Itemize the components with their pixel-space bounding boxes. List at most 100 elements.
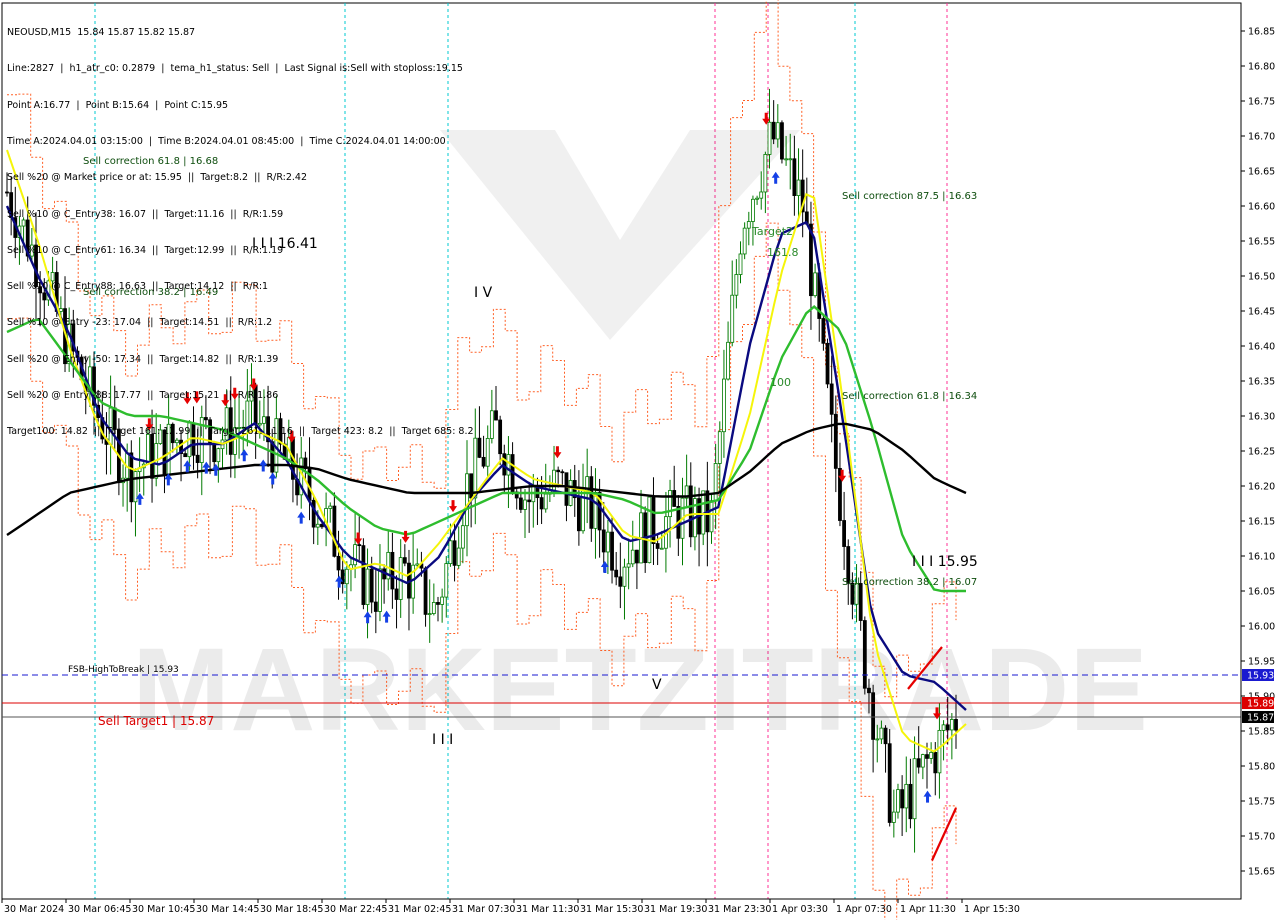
price-tick-label: 16.10: [1248, 552, 1275, 563]
candle-body: [630, 549, 635, 565]
price-tick-label: 16.65: [1248, 167, 1275, 178]
price-tick-label: 16.45: [1248, 307, 1275, 318]
info-line: Sell %10 @ Entry -23: 17.04 || Target:14…: [7, 317, 273, 329]
chart-annotation: V: [652, 677, 662, 693]
price-tick-label: 16.50: [1248, 272, 1275, 283]
candle-body: [867, 687, 871, 694]
candle-body: [742, 227, 747, 255]
time-tick-label: 31 Mar 02:45: [388, 904, 451, 915]
chart-annotation: I I I 15.95: [912, 554, 978, 570]
candle-body: [833, 413, 838, 469]
candle-body: [759, 191, 764, 199]
time-tick-label: 31 Mar 11:30: [516, 904, 579, 915]
time-tick-label: 31 Mar 23:30: [708, 904, 771, 915]
candle-body: [614, 569, 619, 578]
candle-body: [498, 419, 503, 455]
candle-body: [315, 523, 320, 528]
time-tick-label: 30 Mar 06:45: [68, 904, 131, 915]
candle-body: [336, 555, 341, 571]
candle-body: [465, 473, 469, 527]
candle-body: [431, 602, 436, 614]
candle-body: [941, 724, 946, 731]
candle-body: [829, 383, 834, 415]
candle-body: [647, 496, 652, 564]
watermark-text: MARKETZITRADE: [132, 624, 1148, 756]
candle-body: [460, 525, 465, 549]
time-tick-label: 1 Apr 11:30: [900, 904, 956, 915]
candle-body: [361, 545, 366, 605]
info-line: Target100: 14.82 || Target 161: 12.99 ||…: [7, 426, 474, 438]
candle-body: [523, 499, 527, 510]
candle-body: [896, 789, 900, 813]
price-tick-label: 16.75: [1248, 97, 1275, 108]
candle-body: [448, 540, 453, 565]
chart-annotation: I I I: [432, 732, 453, 748]
candle-body: [949, 719, 954, 731]
candle-body: [494, 410, 498, 421]
time-tick-label: 1 Apr 03:30: [772, 904, 828, 915]
candle-body: [775, 122, 780, 140]
candle-body: [344, 568, 349, 585]
candle-body: [862, 620, 867, 689]
candle-body: [738, 253, 743, 275]
time-tick-label: 30 Mar 2024: [4, 904, 64, 915]
candle-body: [456, 547, 461, 566]
candle-body: [796, 179, 801, 196]
candle-body: [784, 158, 788, 161]
candle-body: [328, 505, 333, 509]
candle-body: [481, 456, 486, 467]
candle-body: [394, 588, 399, 600]
price-tick-label: 15.65: [1248, 867, 1275, 878]
candle-body: [842, 520, 847, 547]
candle-body: [929, 752, 934, 759]
candle-body: [452, 540, 457, 566]
candle-body: [954, 719, 958, 731]
candle-body: [440, 596, 445, 605]
candle-body: [518, 497, 523, 510]
price-badge-label: 15.87: [1247, 713, 1274, 724]
price-axis: 15.6515.7015.7515.8015.8515.9015.9516.00…: [1240, 3, 1275, 899]
candle-body: [722, 378, 726, 433]
candle-body: [871, 692, 876, 740]
candle-body: [734, 274, 739, 296]
candle-body: [427, 613, 432, 615]
candle-body: [423, 567, 428, 615]
chart-annotation: I V: [474, 285, 493, 301]
time-tick-label: 1 Apr 07:30: [836, 904, 892, 915]
indicator-info-panel: NEOUSD,M15 15.84 15.87 15.82 15.87 Line:…: [7, 3, 474, 450]
candle-body: [576, 497, 581, 532]
candle-body: [771, 121, 776, 140]
info-line: Sell %20 @ Market price or at: 15.95 || …: [7, 172, 307, 184]
candle-body: [945, 724, 950, 731]
price-tick-label: 15.70: [1248, 832, 1275, 843]
candle-body: [912, 758, 917, 820]
price-tick-label: 15.75: [1248, 797, 1275, 808]
candle-body: [755, 197, 759, 200]
candle-body: [489, 410, 494, 439]
candle-body: [543, 493, 548, 510]
price-tick-label: 16.80: [1248, 62, 1275, 73]
time-tick-label: 30 Mar 18:45: [260, 904, 323, 915]
candle-body: [668, 490, 672, 518]
level-label: FSB-HighToBreak | 15.93: [68, 665, 179, 675]
candle-body: [601, 529, 606, 553]
candle-body: [436, 602, 440, 605]
candle-body: [133, 471, 138, 503]
info-line: Sell %10 @ C_Entry38: 16.07 || Target:11…: [7, 208, 284, 220]
price-tick-label: 16.15: [1248, 517, 1275, 528]
candle-body: [904, 783, 909, 809]
candle-body: [726, 341, 730, 380]
candle-body: [311, 499, 316, 528]
candle-body: [713, 463, 718, 502]
info-line: Sell %20 @ Entry -88: 17.77 || Target:15…: [7, 390, 279, 401]
price-tick-label: 15.85: [1248, 727, 1275, 738]
info-line: Time A:2024.04.01 03:15:00 | Time B:2024…: [7, 136, 446, 148]
candle-body: [485, 438, 490, 467]
price-tick-label: 16.55: [1248, 237, 1275, 248]
candle-body: [900, 789, 905, 809]
candle-body: [780, 122, 784, 160]
candle-body: [908, 783, 913, 820]
candle-body: [560, 471, 565, 474]
candle-body: [879, 727, 884, 740]
candle-body: [875, 738, 880, 741]
